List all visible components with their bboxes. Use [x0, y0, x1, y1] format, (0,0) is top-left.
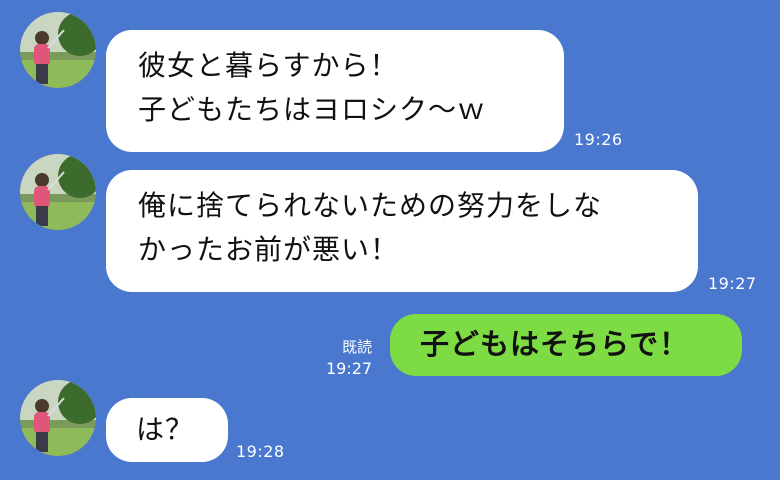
- message-timestamp: 19:27: [326, 359, 373, 378]
- message-bubble-outgoing[interactable]: 子どもはそちらで！: [390, 314, 742, 376]
- message-text: 子どもはそちらで！: [420, 327, 690, 361]
- chat-thread: 彼女と暮らすから！ 子どもたちはヨロシク〜ｗ 19:26 俺に捨てられないための…: [0, 0, 780, 480]
- message-text: 彼女と暮らすから！ 子どもたちはヨロシク〜ｗ: [138, 49, 487, 126]
- sender-avatar[interactable]: [20, 380, 96, 456]
- sender-avatar[interactable]: [20, 12, 96, 88]
- message-timestamp: 19:26: [574, 130, 623, 149]
- read-label: 既読: [342, 338, 373, 356]
- message-timestamp: 19:28: [236, 442, 285, 461]
- message-text: は？: [136, 413, 195, 446]
- message-timestamp: 19:27: [708, 274, 757, 293]
- message-bubble-incoming[interactable]: は？: [106, 398, 228, 462]
- message-bubble-incoming[interactable]: 彼女と暮らすから！ 子どもたちはヨロシク〜ｗ: [106, 30, 564, 152]
- message-bubble-incoming[interactable]: 俺に捨てられないための努力をしな かったお前が悪い！: [106, 170, 698, 292]
- read-receipt: 既読 19:27: [326, 336, 372, 378]
- message-text: 俺に捨てられないための努力をしな かったお前が悪い！: [138, 189, 603, 266]
- sender-avatar[interactable]: [20, 154, 96, 230]
